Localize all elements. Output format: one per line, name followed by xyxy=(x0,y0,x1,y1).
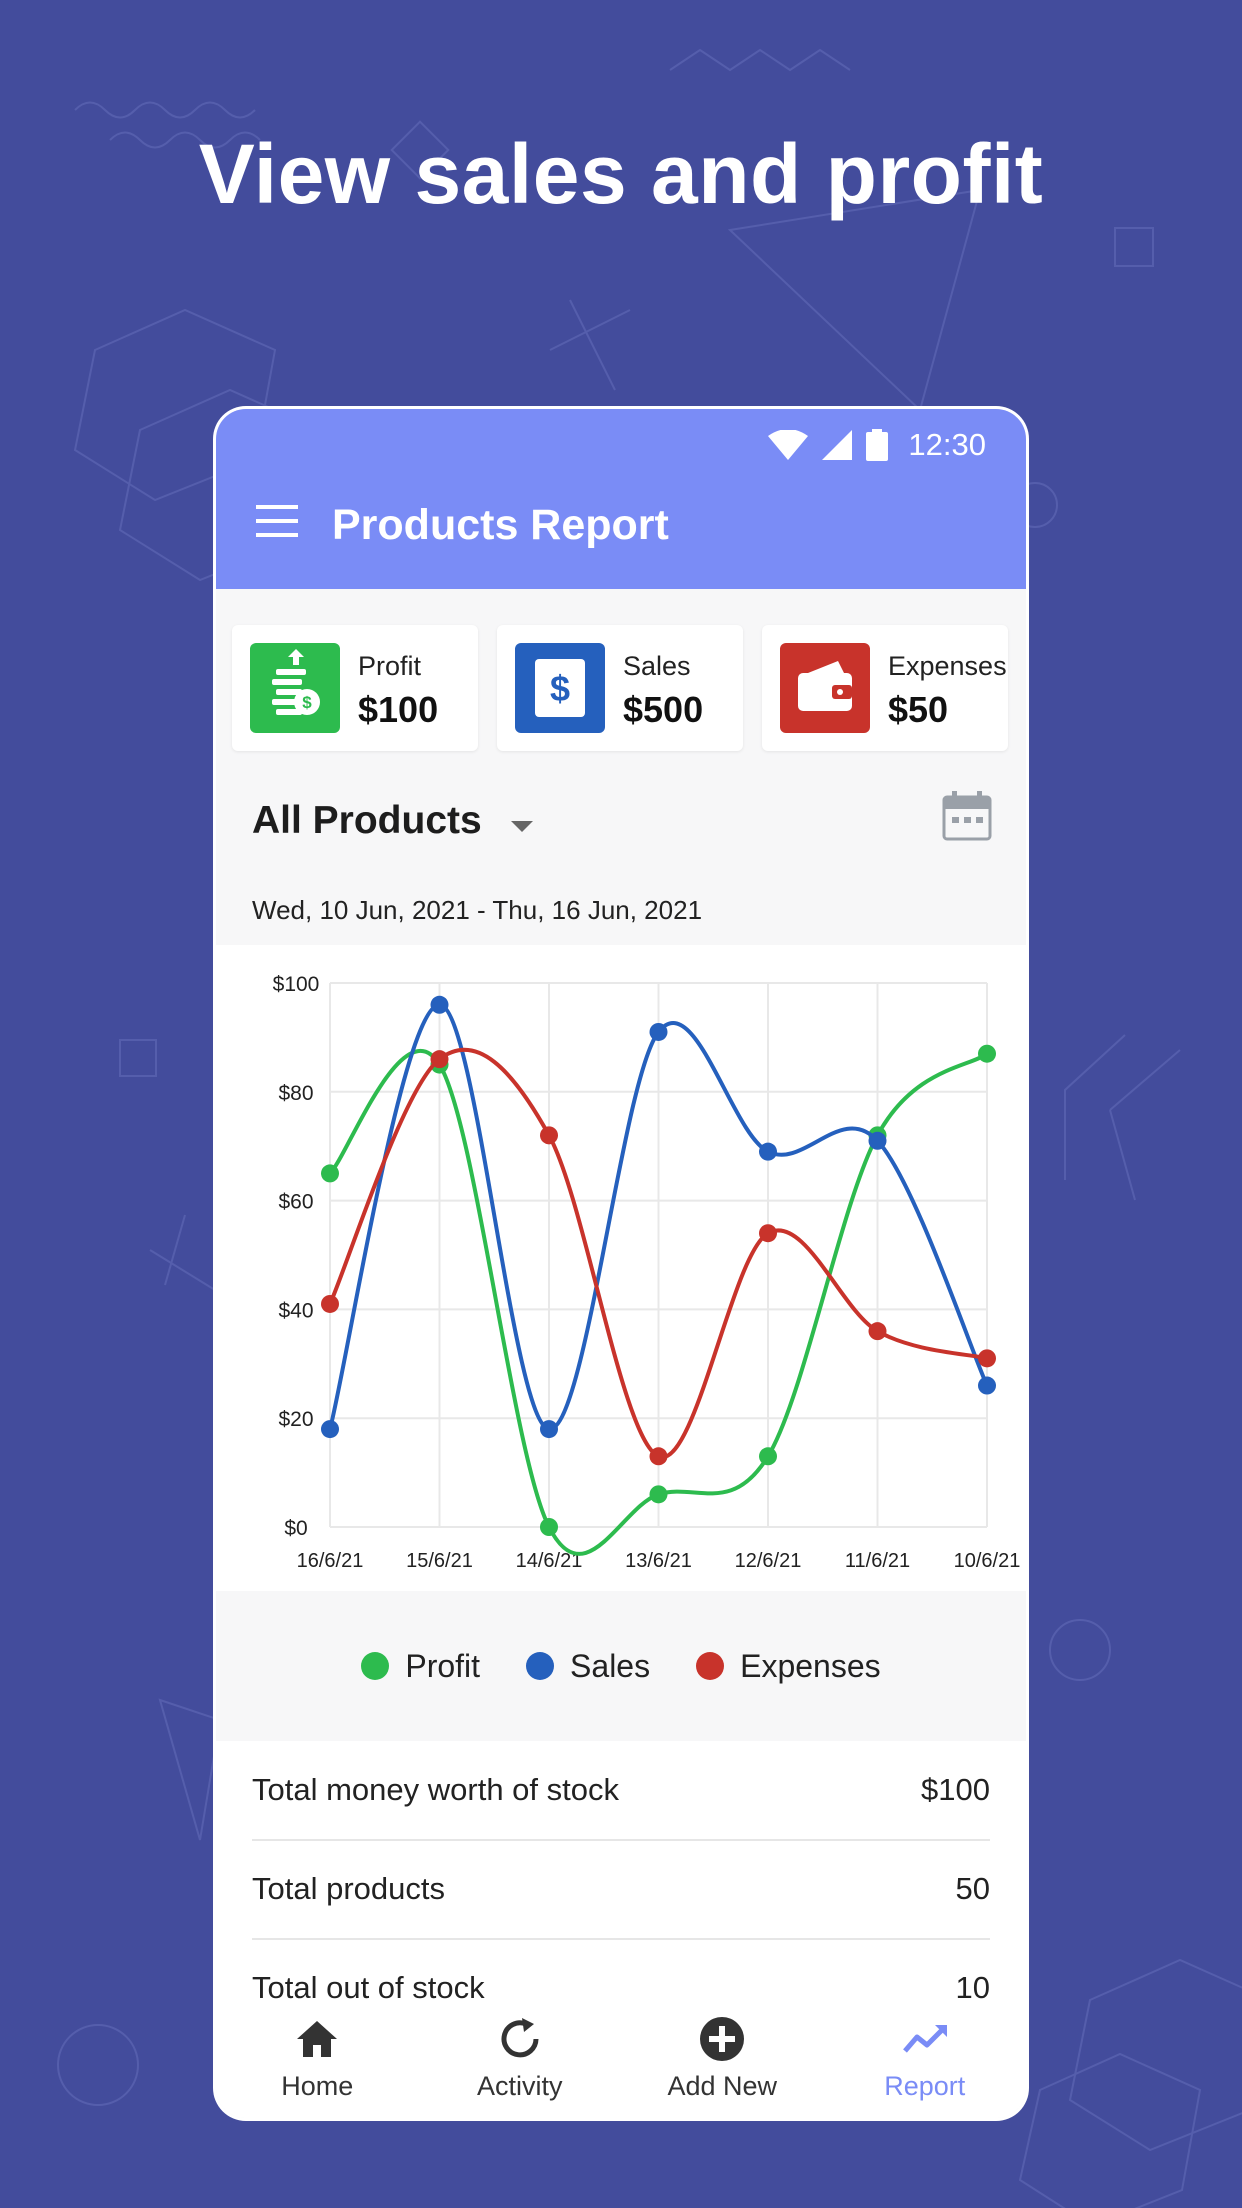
headline: View sales and profit xyxy=(198,127,1044,221)
data-point-expenses xyxy=(649,1447,668,1466)
activity-icon xyxy=(501,2018,539,2058)
chart-legend: Profit Sales Expenses xyxy=(216,1591,1026,1741)
nav-label: Home xyxy=(281,2071,354,2101)
legend-item-sales: Sales xyxy=(526,1648,650,1685)
nav-report[interactable]: Report xyxy=(835,2015,1015,2102)
summary-row: Total out of stock 10 xyxy=(252,1939,990,1999)
summary-row: Total money worth of stock $100 xyxy=(252,1741,990,1841)
status-time: 12:30 xyxy=(908,427,986,462)
data-point-sales xyxy=(868,1131,887,1150)
product-filter-label[interactable]: All Products xyxy=(252,799,482,843)
card-label: Profit xyxy=(358,651,422,681)
svg-text:$: $ xyxy=(302,693,312,712)
data-point-sales xyxy=(430,995,449,1014)
line-chart: $0 $20 $40 $60 $80 $100 16/6/21 15/6/21 14/6/21 1… xyxy=(216,945,1026,1591)
legend-item-expenses: Expenses xyxy=(696,1648,881,1685)
x-tick-label: 13/6/21 xyxy=(625,1550,692,1572)
nav-label: Activity xyxy=(476,2071,563,2101)
nav-activity[interactable]: Activity xyxy=(430,2015,610,2102)
data-point-expenses xyxy=(868,1322,887,1341)
x-tick-label: 15/6/21 xyxy=(406,1550,473,1572)
card-value: $50 xyxy=(888,689,949,730)
dollar-document-icon: $ xyxy=(515,643,605,733)
summary-label: Total out of stock xyxy=(252,1970,485,1999)
profit-legend-dot xyxy=(361,1652,390,1680)
stock-summary: Total money worth of stock $100 Total pr… xyxy=(216,1741,1026,1999)
data-point-expenses xyxy=(540,1126,558,1145)
summary-value: 50 xyxy=(955,1871,990,1906)
card-value: $500 xyxy=(623,689,704,730)
card-label: Sales xyxy=(623,651,691,681)
legend-label: Expenses xyxy=(740,1647,881,1684)
data-point-sales xyxy=(321,1420,339,1439)
wifi-icon xyxy=(768,430,809,460)
nav-add-new[interactable]: Add New xyxy=(632,2015,812,2102)
hamburger-menu-icon[interactable] xyxy=(256,503,298,539)
y-tick-label: $40 xyxy=(278,1299,313,1322)
y-tick-label: $100 xyxy=(273,973,320,996)
data-point-sales xyxy=(649,1022,668,1041)
nav-label: Add New xyxy=(667,2071,778,2101)
y-tick-label: $80 xyxy=(278,1082,313,1105)
data-point-profit xyxy=(649,1485,668,1504)
data-point-profit xyxy=(540,1518,558,1536)
legend-item-profit: Profit xyxy=(361,1648,480,1685)
summary-value: $100 xyxy=(921,1772,990,1807)
x-tick-label: 10/6/21 xyxy=(954,1550,1021,1572)
y-tick-label: $0 xyxy=(284,1517,307,1540)
chevron-down-icon[interactable] xyxy=(511,821,533,832)
wallet-icon xyxy=(780,643,870,733)
battery-icon xyxy=(866,429,889,461)
profit-coins-icon: $ xyxy=(250,643,340,733)
page-title: Products Report xyxy=(332,501,669,549)
trend-chart-icon xyxy=(902,2025,947,2053)
card-value: $100 xyxy=(358,689,439,730)
app-bar: 12:30 Products Report xyxy=(216,409,1026,589)
summary-value: 10 xyxy=(955,1970,990,1999)
expenses-legend-dot xyxy=(696,1652,725,1680)
data-point-expenses xyxy=(978,1349,996,1368)
profit-card[interactable]: $ Profit $100 xyxy=(232,625,478,751)
home-icon xyxy=(297,2021,338,2057)
sales-card[interactable]: $ Sales $500 xyxy=(497,625,743,751)
legend-label: Sales xyxy=(570,1647,651,1684)
legend-label: Profit xyxy=(405,1647,481,1684)
summary-label: Total money worth of stock xyxy=(252,1772,619,1807)
summary-cards: $ Profit $100 $ Sales $500 Expenses $50 xyxy=(232,625,1012,751)
data-point-sales xyxy=(759,1142,777,1161)
status-bar: 12:30 xyxy=(768,415,986,475)
add-circle-icon xyxy=(700,2017,745,2061)
calendar-icon[interactable] xyxy=(942,791,992,841)
data-point-profit xyxy=(321,1164,339,1183)
svg-text:$: $ xyxy=(550,668,570,709)
sales-legend-dot xyxy=(526,1652,555,1680)
data-point-expenses xyxy=(759,1224,777,1243)
data-point-profit xyxy=(759,1447,777,1466)
y-tick-label: $20 xyxy=(278,1408,313,1431)
x-tick-label: 11/6/21 xyxy=(845,1550,910,1572)
expenses-card[interactable]: Expenses $50 xyxy=(762,625,1008,751)
data-point-expenses xyxy=(321,1294,339,1313)
data-point-profit xyxy=(978,1044,996,1063)
card-label: Expenses xyxy=(888,651,1007,681)
y-tick-label: $60 xyxy=(278,1191,313,1214)
nav-home[interactable]: Home xyxy=(227,2015,407,2102)
product-filter[interactable]: All Products xyxy=(252,791,992,843)
summary-row: Total products 50 xyxy=(252,1840,990,1940)
bottom-navigation: Home Activity Add New Report xyxy=(216,1999,1026,2118)
nav-label: Report xyxy=(884,2071,966,2101)
x-tick-label: 12/6/21 xyxy=(735,1550,802,1572)
summary-label: Total products xyxy=(252,1871,445,1906)
line-chart-svg: $0$20$40$60$80$10016/6/21 15/6/21 14/6/21 1… xyxy=(273,973,1021,1572)
data-point-sales xyxy=(978,1376,996,1395)
data-point-sales xyxy=(540,1420,558,1439)
date-range[interactable]: Wed, 10 Jun, 2021 - Thu, 16 Jun, 2021 xyxy=(252,895,702,926)
signal-icon xyxy=(822,430,853,460)
phone-screen: 12:30 Products Report $ Profit $100 $ Sa… xyxy=(216,409,1026,2118)
x-tick-label: 16/6/21 xyxy=(297,1550,364,1572)
data-point-expenses xyxy=(430,1050,449,1069)
